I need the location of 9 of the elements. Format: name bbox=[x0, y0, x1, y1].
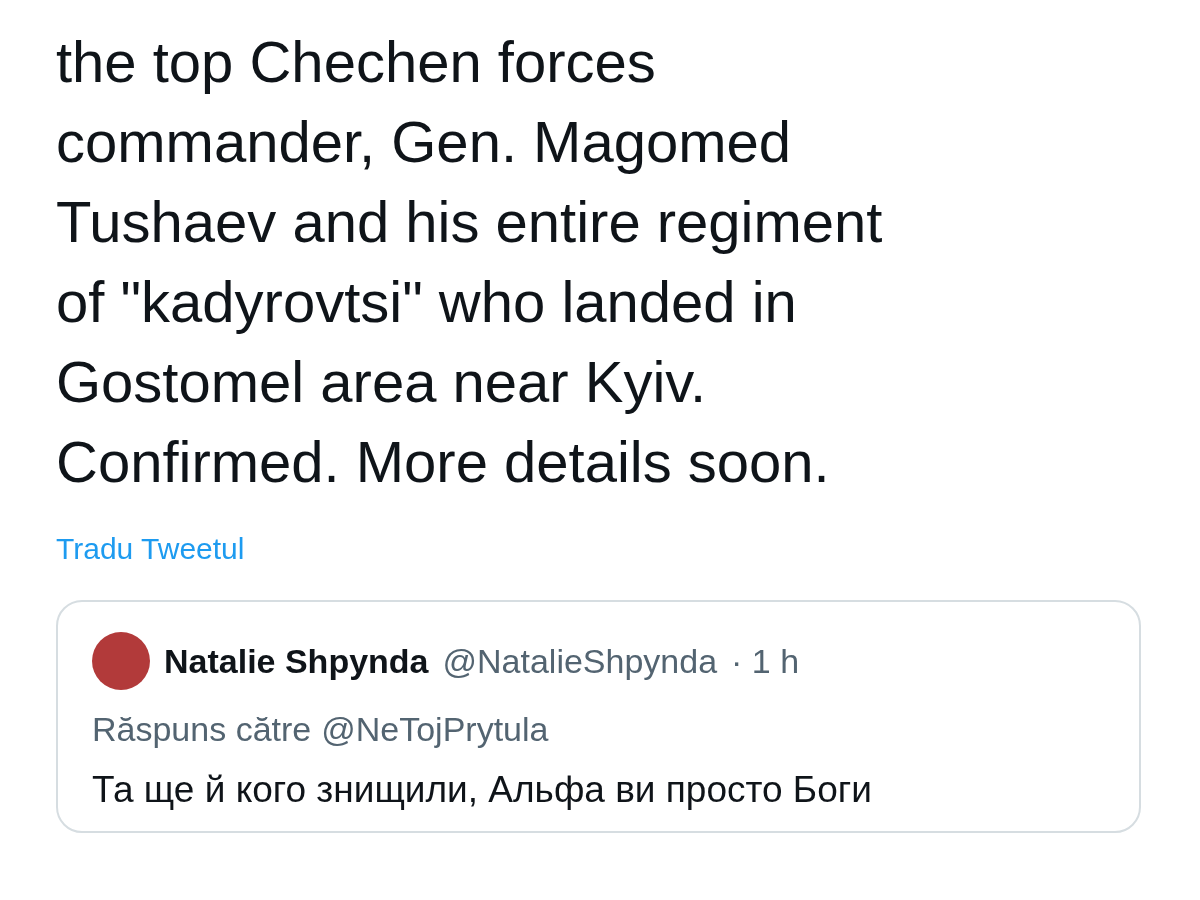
quoted-tweet-text: Та ще й кого знищили, Альфа ви просто Боги bbox=[92, 769, 873, 811]
quoted-tweet-card[interactable]: Natalie Shpynda @NatalieShpynda · 1 h Răspuns către @NeTojPrytula Та ще й кого знищили, Альфа ви просто Боги bbox=[56, 600, 1141, 833]
reply-label: Răspuns către bbox=[92, 710, 312, 749]
author-handle: @NatalieShpynda bbox=[442, 641, 718, 681]
avatar-placeholder bbox=[92, 632, 150, 690]
tweet-text: the top Chechen forces commander, Gen. Magomed Tushaev and his entire regiment of "kadyrovtsi" who landed in Gostomel area near Kyiv. Confirmed. More details soon. bbox=[56, 28, 883, 496]
reply-handle[interactable]: @NeTojPrytula bbox=[321, 710, 549, 749]
tweet-time: · 1 h bbox=[731, 641, 800, 681]
author-name: Natalie Shpynda bbox=[164, 641, 429, 681]
